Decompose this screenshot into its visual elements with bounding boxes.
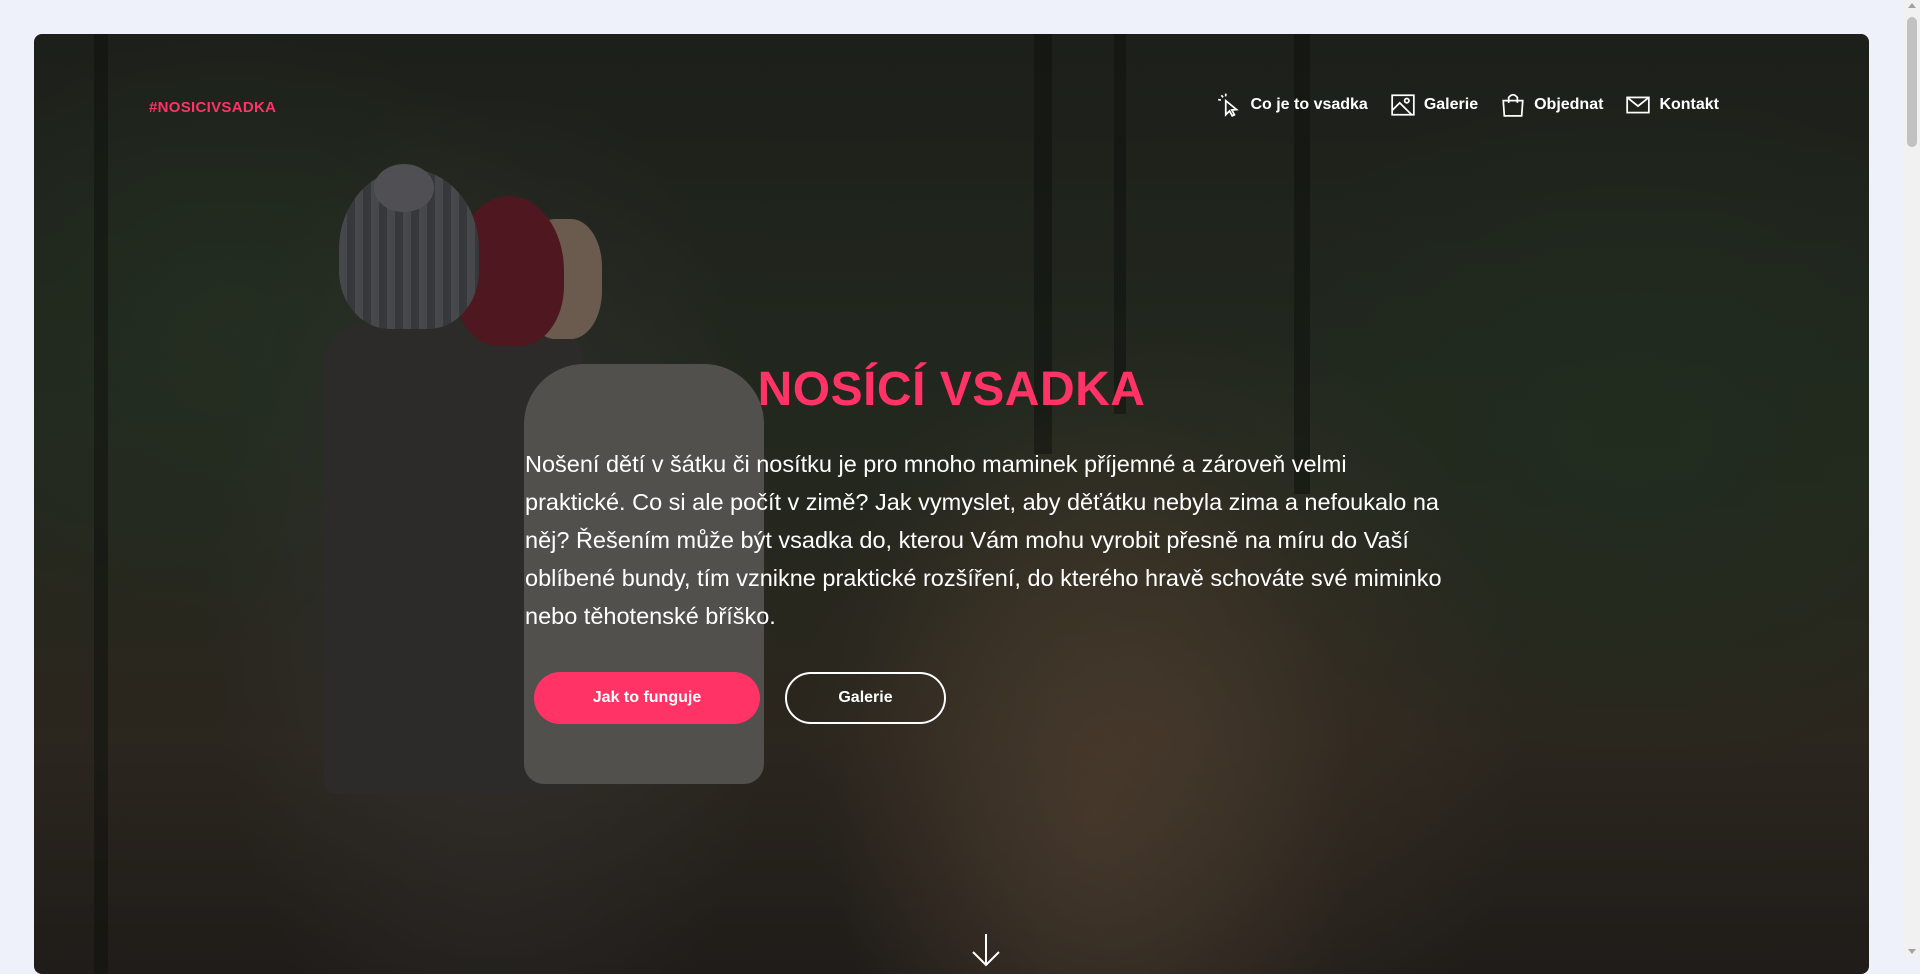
gallery-button[interactable]: Galerie <box>785 672 946 724</box>
nav-label: Galerie <box>1423 96 1479 113</box>
nav-item-galerie[interactable]: Galerie <box>1390 92 1478 118</box>
nav-label: Objednat <box>1534 96 1604 113</box>
arrow-down-icon[interactable] <box>970 932 1002 968</box>
mail-icon <box>1626 96 1651 114</box>
hero-section: #NOSICIVSADKA Co je to vsadka Galerie Ob… <box>34 34 1869 974</box>
scroll-down-arrow-icon[interactable] <box>1908 949 1916 954</box>
pointer-click-icon <box>1218 93 1240 117</box>
nav-label: Co je to vsadka <box>1250 96 1368 113</box>
scrollbar-thumb[interactable] <box>1907 17 1917 147</box>
shopping-bag-icon <box>1502 93 1524 117</box>
nav-item-objednat[interactable]: Objednat <box>1500 92 1603 118</box>
nav-item-co-je-to-vsadka[interactable]: Co je to vsadka <box>1216 92 1368 118</box>
nav-item-kontakt[interactable]: Kontakt <box>1625 92 1719 118</box>
scroll-up-arrow-icon[interactable] <box>1908 3 1916 8</box>
how-it-works-button[interactable]: Jak to funguje <box>534 672 760 724</box>
intro-text: Nošení dětí v šátku či nosítku je pro mn… <box>525 451 1442 629</box>
brand-logo[interactable]: #NOSICIVSADKA <box>149 99 276 116</box>
nav-label: Kontakt <box>1659 96 1719 113</box>
image-icon <box>1391 94 1415 116</box>
main-nav: Co je to vsadka Galerie Objednat Kontakt <box>1216 92 1719 118</box>
page-scrollbar[interactable] <box>1903 0 1920 957</box>
page-title: NOSÍCÍ VSADKA <box>757 363 1146 416</box>
